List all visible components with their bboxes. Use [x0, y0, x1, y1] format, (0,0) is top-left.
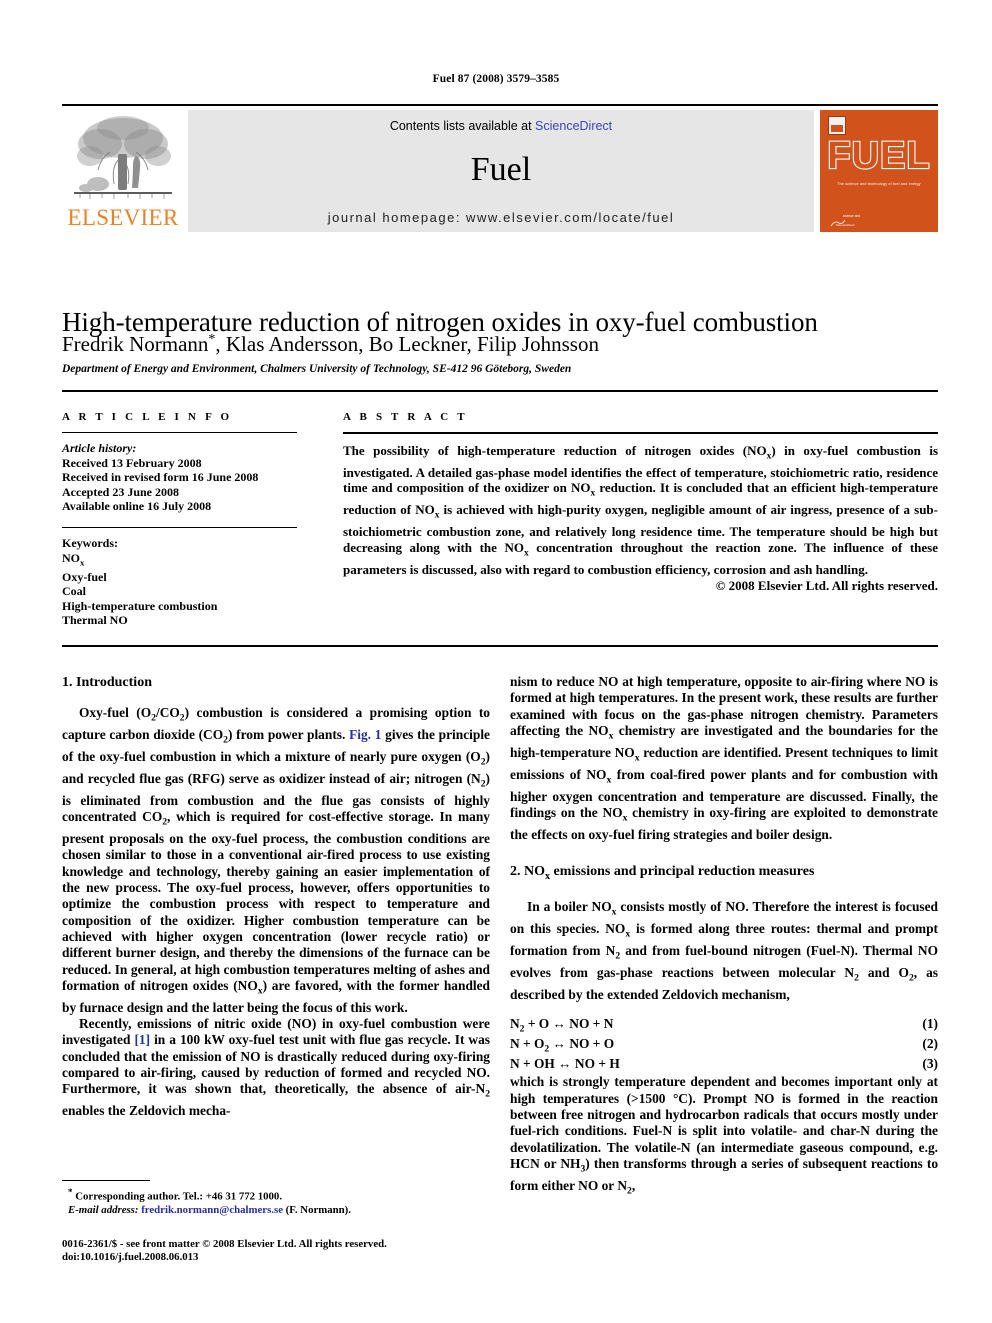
equation-number: (2) [922, 1036, 938, 1052]
equation-number: (3) [922, 1056, 938, 1072]
equation-list: N2 + O ↔ NO + N (1) N + O2 ↔ NO + O (2) … [510, 1014, 938, 1074]
article-info-heading: A R T I C L E I N F O [62, 411, 233, 423]
body-column-right: nism to reduce NO at high temperature, o… [510, 674, 938, 1200]
footnote-email-label: E-mail address: [68, 1204, 139, 1216]
footnote-star-marker: * [68, 1187, 73, 1197]
keywords-rule [62, 526, 297, 528]
keywords-label: Keywords: [62, 535, 118, 550]
paragraph-intro-2: Recently, emissions of nitric oxide (NO)… [62, 1016, 490, 1119]
body-top-rule [62, 645, 938, 647]
abstract-column: A B S T R A C T The possibility of high-… [343, 411, 938, 594]
history-item: Received 13 February 2008 [62, 455, 202, 470]
paragraph-intro-1: Oxy-fuel (O2/CO2) combustion is consider… [62, 705, 491, 1015]
journal-homepage-link[interactable]: journal homepage: www.elsevier.com/locat… [188, 210, 814, 225]
sciencedirect-link[interactable]: ScienceDirect [535, 119, 612, 133]
imprint-front-matter: 0016-2361/$ - see front matter © 2008 El… [62, 1238, 387, 1250]
abstract-rule [343, 432, 938, 434]
abstract-copyright: © 2008 Elsevier Ltd. All rights reserved… [715, 578, 938, 594]
keyword-item: Oxy-fuel [62, 569, 107, 584]
keyword-item: Coal [62, 584, 86, 599]
equation-body: N + O2 ↔ NO + O [510, 1036, 615, 1055]
paragraph-nox-2: which is strongly temperature dependent … [510, 1074, 939, 1197]
figure-1-link[interactable]: Fig. 1 [349, 727, 381, 742]
journal-banner: ELSEVIER Contents lists available at Sci… [62, 104, 938, 232]
keyword-item: NOx [62, 550, 85, 567]
equation-row: N + O2 ↔ NO + O (2) [510, 1034, 938, 1055]
running-head: Fuel 87 (2008) 3579–3585 [432, 73, 560, 85]
paragraph-intro-2-continued: nism to reduce NO at high temperature, o… [510, 674, 939, 843]
info-top-rule [62, 390, 938, 392]
imprint-doi: doi:10.1016/j.fuel.2008.06.013 [62, 1251, 199, 1264]
equation-number: (1) [922, 1016, 938, 1032]
cover-subtitle-text: The science and technology of fuel and e… [837, 182, 921, 186]
article-history-block: Article history: Received 13 February 20… [62, 441, 297, 514]
footnote-email: E-mail address: fredrik.normann@chalmers… [62, 1204, 492, 1217]
equation-body: N2 + O ↔ NO + N [510, 1016, 614, 1035]
journal-cover-image: FUEL The science and technology of fuel … [820, 110, 938, 232]
reference-1-link[interactable]: [1] [134, 1032, 150, 1047]
affiliation: Department of Energy and Environment, Ch… [62, 363, 572, 375]
contents-prefix: Contents lists available at [389, 119, 536, 133]
section-heading-nox-emissions: 2. NOx emissions and principal reduction… [510, 864, 815, 883]
author-list: Fredrik Normann*, Klas Andersson, Bo Lec… [62, 327, 938, 357]
history-item: Received in revised form 16 June 2008 [62, 470, 259, 485]
contents-available-line: Contents lists available at ScienceDirec… [188, 119, 814, 133]
cover-title-text: FUEL [826, 135, 931, 177]
elsevier-wordmark: ELSEVIER [67, 205, 179, 230]
equation-body: N + OH ↔ NO + H [510, 1056, 620, 1072]
footnote-email-attribution: (F. Normann). [282, 1204, 351, 1216]
history-item: Accepted 23 June 2008 [62, 484, 179, 499]
history-item: Available online 16 July 2008 [62, 499, 212, 514]
paper-page: Fuel 87 (2008) 3579–3585 ELSEVIER Conten… [0, 0, 992, 1323]
equation-row: N2 + O ↔ NO + N (1) [510, 1014, 938, 1035]
elsevier-badge-icon [828, 116, 846, 135]
article-info-column: A R T I C L E I N F O Article history: R… [62, 411, 297, 628]
footnote-rule [62, 1180, 150, 1181]
elsevier-logo: ELSEVIER [62, 110, 184, 232]
elsevier-tree-icon [74, 116, 172, 199]
authors-remaining: , Klas Andersson, Bo Leckner, Filip John… [215, 332, 599, 356]
footnote-corresponding-text: Corresponding author. Tel.: +46 31 772 1… [75, 1190, 283, 1203]
footnote-block: * Corresponding author. Tel.: +46 31 772… [62, 1186, 492, 1217]
cover-footer-line2: ScienceDirect [836, 223, 855, 227]
email-link[interactable]: fredrik.normann@chalmers.se [141, 1204, 283, 1216]
imprint-block: 0016-2361/$ - see front matter © 2008 El… [62, 1238, 492, 1265]
banner-top-rule [62, 104, 938, 106]
equation-row: N + OH ↔ NO + H (3) [510, 1054, 938, 1074]
abstract-heading: A B S T R A C T [343, 411, 468, 423]
article-history-label: Article history: [62, 441, 137, 455]
journal-band: Contents lists available at ScienceDirec… [188, 110, 814, 232]
keywords-block: Keywords: NOx Oxy-fuel Coal High-tempera… [62, 536, 297, 628]
keyword-item: High-temperature combustion [62, 598, 218, 613]
keyword-item: Thermal NO [62, 613, 128, 628]
section-heading-introduction: 1. Introduction [62, 675, 152, 690]
abstract-text: The possibility of high-temperature redu… [343, 443, 938, 577]
footnote-corresponding: * Corresponding author. Tel.: +46 31 772… [62, 1186, 492, 1204]
paragraph-nox-1: In a boiler NOx consists mostly of NO. T… [510, 899, 939, 1003]
article-info-rule [62, 432, 297, 433]
cover-footer-logo: science and ScienceDirect [829, 214, 889, 228]
journal-title: Fuel [470, 151, 532, 188]
author-first: Fredrik Normann [62, 332, 209, 356]
body-column-left: 1. Introduction Oxy-fuel (O2/CO2) combus… [62, 674, 490, 1120]
